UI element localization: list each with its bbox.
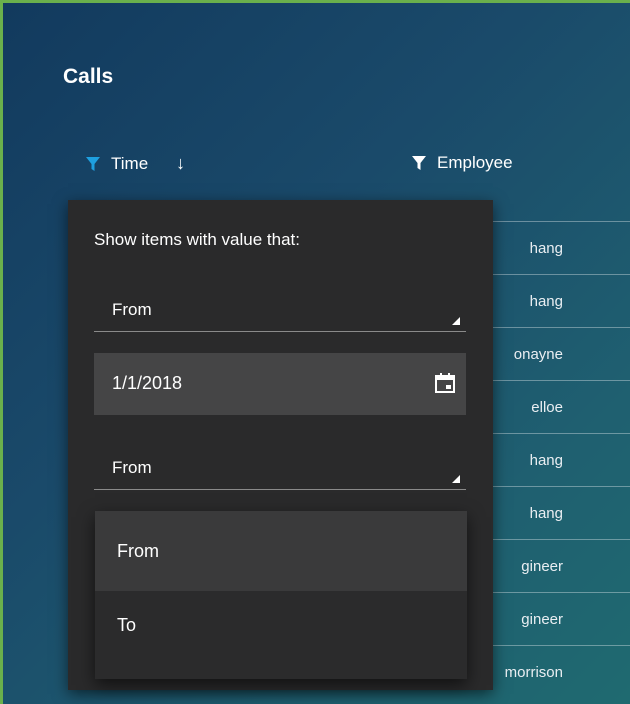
date-input[interactable]: 1/1/2018 xyxy=(94,353,466,415)
dropdown-option-from[interactable]: From xyxy=(95,511,467,591)
filter-popup-label: Show items with value that: xyxy=(94,230,300,249)
column-header-time[interactable]: Time ↓ xyxy=(85,153,185,174)
condition-dropdown-list: From To xyxy=(95,511,467,679)
column-header-time-label: Time xyxy=(111,153,149,173)
dropdown-option-to[interactable]: To xyxy=(95,591,467,671)
filter-icon[interactable] xyxy=(85,156,101,172)
condition-select-1-value: From xyxy=(112,300,152,319)
calls-panel: Calls Time ↓ Employee hang hang onayne e… xyxy=(0,0,630,704)
condition-select-2-value: From xyxy=(112,458,152,477)
condition-select-2[interactable]: From xyxy=(94,450,466,490)
dropdown-caret-icon xyxy=(452,317,460,325)
date-input-value: 1/1/2018 xyxy=(112,373,183,393)
condition-select-1[interactable]: From xyxy=(94,292,466,332)
dropdown-caret-icon xyxy=(452,475,460,483)
filter-icon[interactable] xyxy=(411,155,427,171)
calendar-icon[interactable] xyxy=(434,372,456,394)
column-header-employee[interactable]: Employee xyxy=(411,153,513,173)
panel-title: Calls xyxy=(63,65,114,88)
column-header-employee-label: Employee xyxy=(437,153,513,172)
sort-arrow-down-icon[interactable]: ↓ xyxy=(176,153,185,174)
